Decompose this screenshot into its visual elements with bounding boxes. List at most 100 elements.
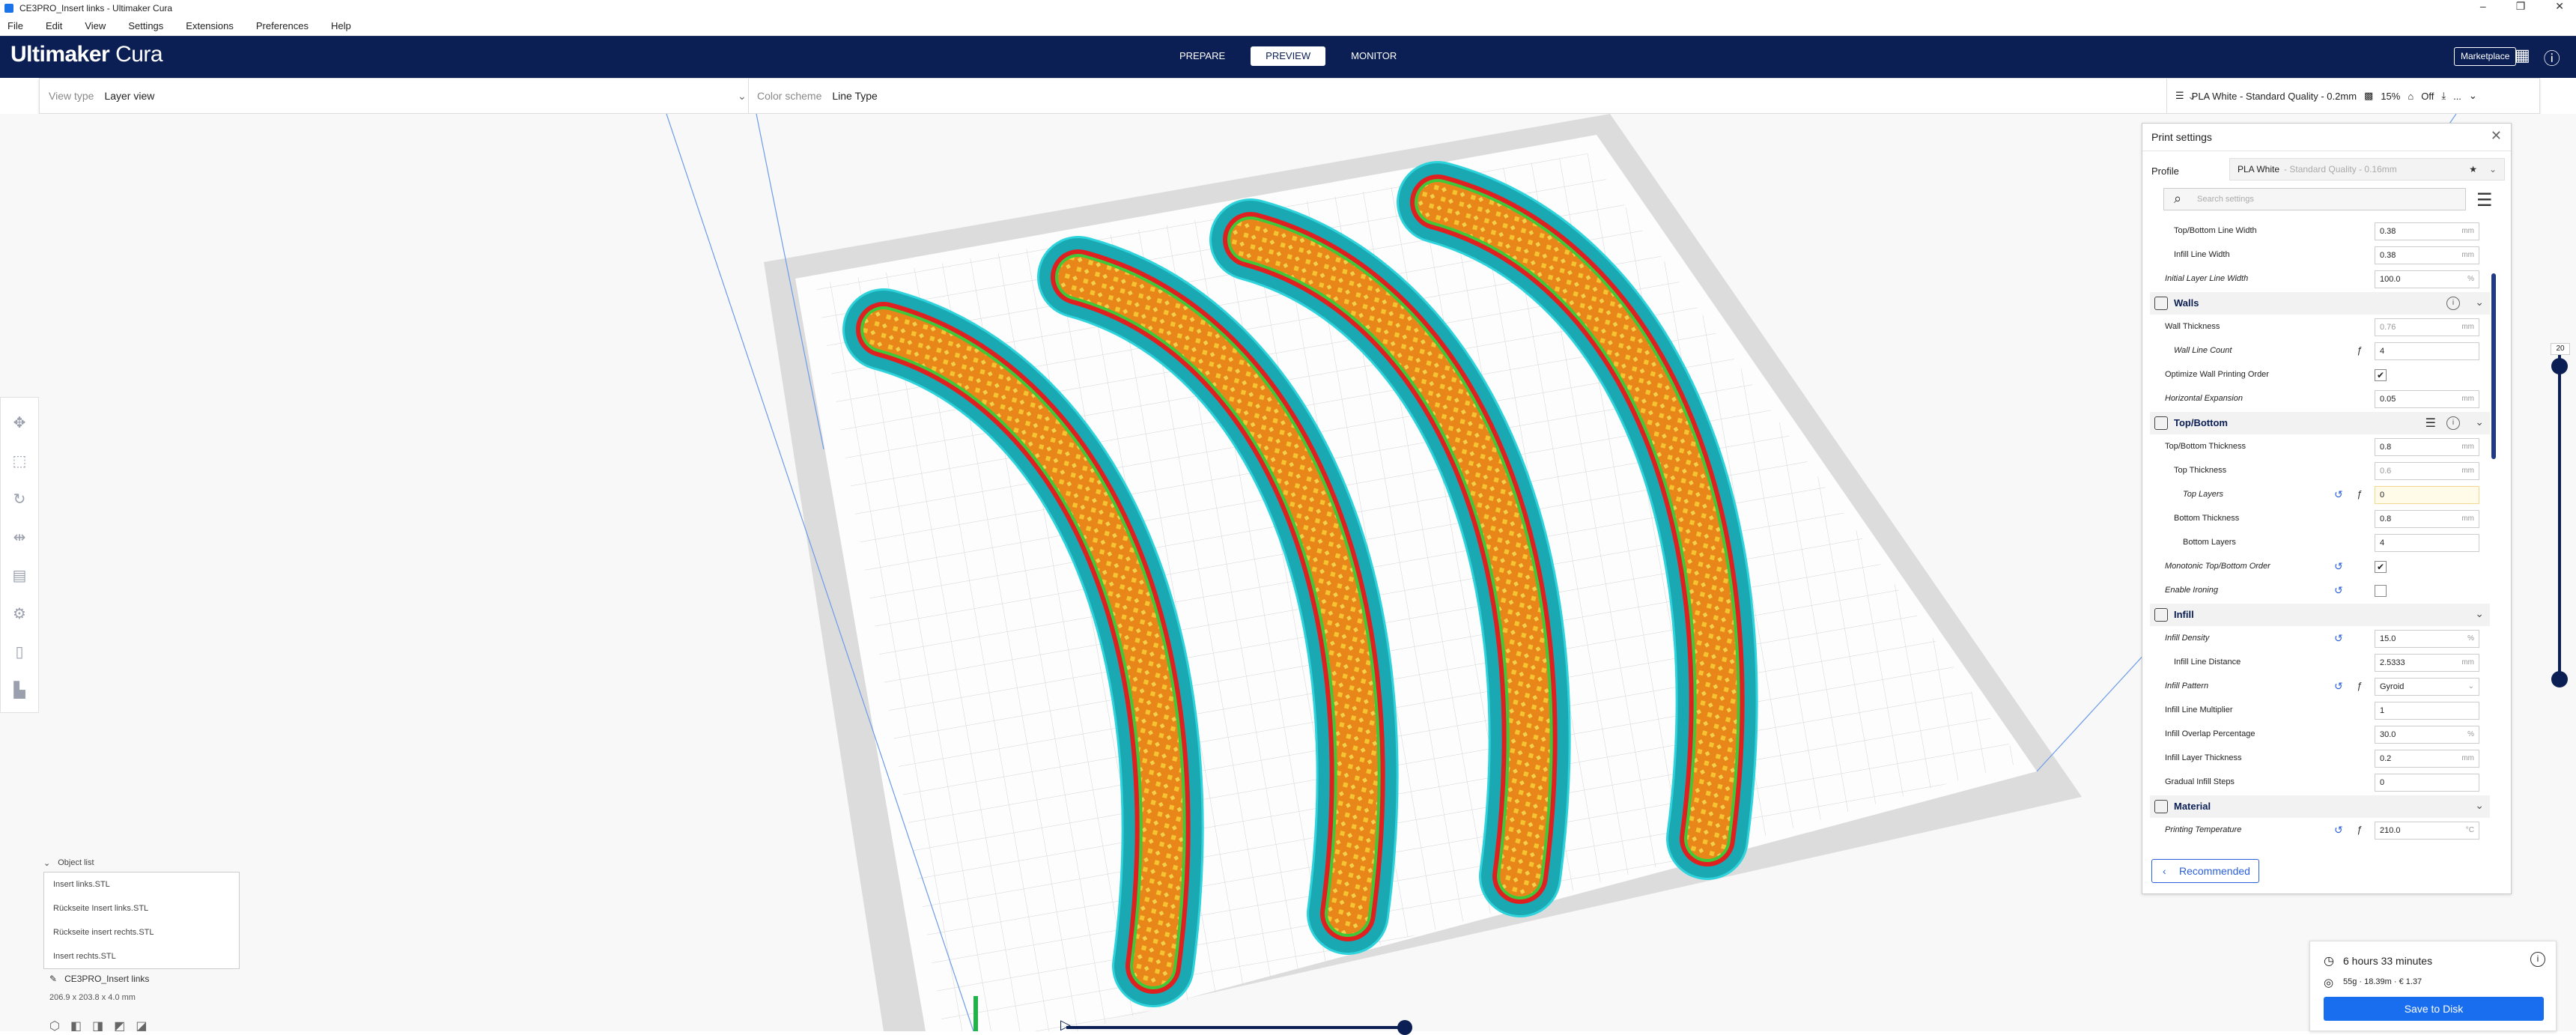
list-item[interactable]: Insert rechts.STL — [44, 944, 239, 968]
setting-label: Top Layers — [2183, 490, 2224, 499]
star-icon[interactable]: ★ — [2469, 159, 2477, 180]
setting-checkbox[interactable]: ✔ — [2375, 369, 2387, 381]
support-blocker-icon[interactable]: ⚙ — [10, 604, 28, 625]
minimize-icon[interactable]: – — [2480, 0, 2486, 13]
scale-tool-icon[interactable]: ⬚ — [10, 451, 28, 473]
setting-value-field[interactable]: 2.5333 mm — [2375, 654, 2479, 672]
apps-grid-icon[interactable]: ▦ — [2515, 46, 2530, 70]
profile-selector[interactable]: PLA White - Standard Quality - 0.16mm ★ ⌄ — [2229, 158, 2505, 180]
close-icon[interactable]: ✕ — [2555, 0, 2564, 13]
front-view-icon[interactable]: ◧ — [70, 1019, 82, 1034]
menu-view[interactable]: View — [85, 20, 106, 31]
setting-value-field[interactable]: 1 — [2375, 702, 2479, 720]
info-icon[interactable]: i — [2530, 952, 2545, 967]
function-icon[interactable]: ƒ — [2357, 824, 2362, 835]
view-type-dropdown[interactable]: View type Layer view ⌄ — [49, 79, 753, 113]
tab-monitor[interactable]: MONITOR — [1336, 46, 1412, 66]
setting-value-field[interactable]: 0.8 mm — [2375, 438, 2479, 456]
per-model-settings-icon[interactable]: ▤ — [10, 565, 28, 587]
setting-value-field[interactable]: 0.2 mm — [2375, 750, 2479, 768]
layer-slider[interactable] — [2551, 346, 2568, 688]
maximize-icon[interactable]: ❐ — [2516, 0, 2526, 13]
adhesion-icon: ⤓ — [2441, 90, 2446, 101]
right-view-icon[interactable]: ◪ — [136, 1019, 147, 1034]
chevron-down-icon: ⌄ — [43, 858, 51, 868]
list-item[interactable]: Insert links.STL — [44, 872, 239, 896]
marketplace-button[interactable]: Marketplace — [2454, 47, 2517, 66]
move-tool-icon[interactable]: ✥ — [10, 413, 28, 434]
mirror-tool-icon[interactable]: ⇹ — [10, 527, 28, 549]
recommended-button[interactable]: ‹ Recommended — [2151, 859, 2259, 883]
category-top-bottom[interactable]: Top/Bottom ☰ i ⌄ — [2150, 412, 2490, 434]
setting-value-field[interactable]: 0.05 mm — [2375, 390, 2479, 408]
list-item[interactable]: Rückseite Insert links.STL — [44, 896, 239, 920]
path-slider[interactable] — [1066, 1020, 1412, 1035]
search-icon: ⌕ — [2174, 191, 2182, 206]
print-setup-selector[interactable]: ☰ PLA White - Standard Quality - 0.2mm ▩… — [2175, 79, 2538, 113]
category-material[interactable]: Material ⌄ — [2150, 795, 2490, 818]
setting-value-field[interactable]: 0.76 mm — [2375, 318, 2479, 336]
menu-settings[interactable]: Settings — [128, 20, 163, 31]
account-icon[interactable]: ⓘ — [2544, 46, 2560, 70]
setting-value-field[interactable]: 0 — [2375, 774, 2479, 792]
setting-value-field[interactable]: 0 — [2375, 486, 2479, 504]
layer-tool-icon[interactable]: ▙ — [10, 680, 28, 702]
save-to-disk-button[interactable]: Save to Disk — [2324, 997, 2544, 1021]
tab-prepare[interactable]: PREPARE — [1164, 46, 1240, 66]
setting-value-field[interactable]: 0.6 mm — [2375, 462, 2479, 480]
setting-value-field[interactable]: 0.38 mm — [2375, 246, 2479, 264]
setting-value-field[interactable]: 4 — [2375, 534, 2479, 552]
setting-value-field[interactable]: 210.0 °C — [2375, 822, 2479, 840]
category-infill[interactable]: Infill ⌄ — [2150, 604, 2490, 626]
cylinder-icon[interactable]: ▯ — [10, 642, 28, 664]
setting-value-field[interactable]: Gyroid ⌄ — [2375, 678, 2479, 696]
setting-row: Infill Layer Thickness 0.2 mm — [2142, 747, 2494, 771]
pencil-icon[interactable]: ✎ — [49, 974, 57, 984]
color-scheme-dropdown[interactable]: Color scheme Line Type ⌄ — [757, 79, 2196, 113]
rotate-tool-icon[interactable]: ↻ — [10, 489, 28, 511]
top-view-icon[interactable]: ◨ — [92, 1019, 103, 1034]
reset-icon[interactable]: ↺ — [2334, 632, 2343, 645]
function-icon[interactable]: ƒ — [2357, 488, 2362, 500]
setting-value-field[interactable]: 0.8 mm — [2375, 510, 2479, 528]
menu-preferences[interactable]: Preferences — [256, 20, 309, 31]
reset-icon[interactable]: ↺ — [2334, 584, 2343, 597]
reset-icon[interactable]: ↺ — [2334, 488, 2343, 501]
info-icon[interactable]: i — [2446, 297, 2460, 310]
category-walls[interactable]: Walls i ⌄ — [2150, 292, 2490, 315]
play-icon[interactable]: ▷ — [1060, 1017, 1071, 1033]
tab-preview[interactable]: PREVIEW — [1251, 46, 1326, 66]
sliders-icon[interactable]: ☰ — [2425, 416, 2436, 431]
function-icon[interactable]: ƒ — [2357, 680, 2362, 691]
setting-value: 4 — [2380, 347, 2385, 356]
setting-checkbox[interactable] — [2375, 585, 2387, 597]
setting-value-field[interactable]: 4 — [2375, 342, 2479, 360]
setting-value-field[interactable]: 15.0% — [2375, 630, 2479, 648]
setting-value-field[interactable]: 30.0% — [2375, 726, 2479, 744]
setting-value-field[interactable]: 100.0% — [2375, 270, 2479, 288]
3d-view-icon[interactable]: ⬡ — [49, 1019, 60, 1034]
path-slider-handle[interactable] — [1397, 1020, 1412, 1035]
object-list-header[interactable]: ⌄ Object list — [43, 854, 240, 872]
reset-icon[interactable]: ↺ — [2334, 680, 2343, 693]
menu-file[interactable]: File — [7, 20, 23, 31]
list-item[interactable]: Rückseite insert rechts.STL — [44, 920, 239, 944]
reset-icon[interactable]: ↺ — [2334, 560, 2343, 573]
layer-slider-upper-handle[interactable] — [2551, 358, 2568, 374]
setting-checkbox[interactable]: ✔ — [2375, 561, 2387, 573]
reset-icon[interactable]: ↺ — [2334, 824, 2343, 837]
close-icon[interactable]: ✕ — [2491, 128, 2502, 144]
setting-value: 2.5333 — [2380, 658, 2405, 667]
menu-help[interactable]: Help — [331, 20, 351, 31]
menu-extensions[interactable]: Extensions — [186, 20, 234, 31]
menu-edit[interactable]: Edit — [46, 20, 62, 31]
info-icon[interactable]: i — [2446, 416, 2460, 430]
layer-slider-lower-handle[interactable] — [2551, 671, 2568, 688]
menu-icon[interactable]: ☰ — [2476, 189, 2493, 211]
settings-scrollbar[interactable] — [2491, 273, 2496, 459]
search-input[interactable]: Search settings — [2163, 188, 2466, 210]
layer-number[interactable]: 20 — [2551, 343, 2570, 355]
setting-value-field[interactable]: 0.38 mm — [2375, 222, 2479, 240]
left-view-icon[interactable]: ◩ — [114, 1019, 125, 1034]
function-icon[interactable]: ƒ — [2357, 345, 2362, 356]
